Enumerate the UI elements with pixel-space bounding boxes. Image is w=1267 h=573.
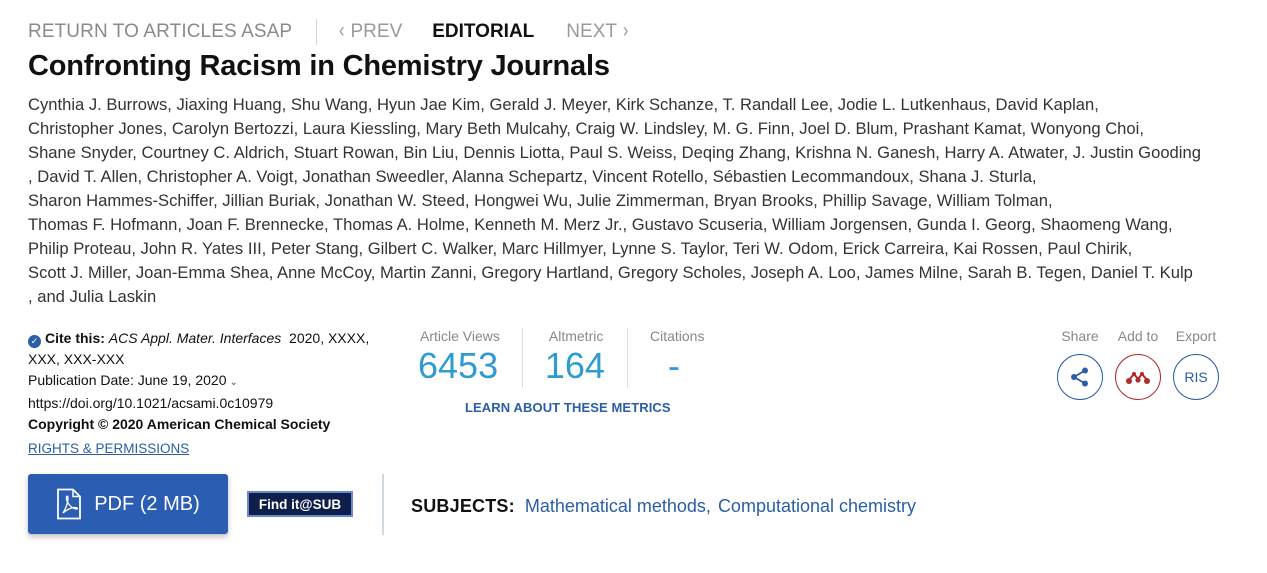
article-actions: Share Add to Export RIS — [1057, 328, 1219, 400]
doi-link[interactable]: https://doi.org/10.1021/acsami.0c10979 — [28, 393, 398, 414]
share-icon — [1071, 367, 1088, 387]
export-action: Export RIS — [1173, 328, 1219, 400]
chevron-left-icon: ‹ — [339, 20, 345, 43]
subjects-divider — [382, 474, 384, 535]
subject-link[interactable]: Mathematical methods — [525, 496, 706, 517]
author-line[interactable]: Sharon Hammes-Schiffer, Jillian Buriak, … — [28, 189, 1228, 213]
mendeley-icon — [1126, 372, 1150, 384]
author-line[interactable]: Philip Proteau, John R. Yates III, Peter… — [28, 237, 1228, 261]
caret-down-icon[interactable]: ⌄ — [229, 377, 237, 388]
article-views-value: 6453 — [418, 345, 499, 386]
article-type-label: EDITORIAL — [432, 21, 535, 42]
cite-pages: XXX, XXX-XXX — [28, 351, 125, 367]
prev-article-link[interactable]: ‹ PREV — [339, 20, 403, 43]
nav-divider — [316, 19, 318, 45]
next-label: NEXT — [566, 21, 617, 42]
publication-date: Publication Date: June 19, 2020 — [28, 372, 227, 388]
author-list: Cynthia J. Burrows, Jiaxing Huang, Shu W… — [28, 93, 1228, 309]
subjects-row: SUBJECTS: Mathematical methods, Computat… — [411, 496, 916, 517]
author-line[interactable]: , David T. Allen, Christopher A. Voigt, … — [28, 165, 1228, 189]
add-to-action: Add to — [1115, 328, 1161, 400]
next-article-link[interactable]: NEXT › — [566, 20, 629, 43]
publication-date-row[interactable]: Publication Date: June 19, 2020 ⌄ — [28, 370, 398, 393]
author-line[interactable]: Shane Snyder, Courtney C. Aldrich, Stuar… — [28, 141, 1228, 165]
ris-label: RIS — [1184, 369, 1208, 385]
add-to-label: Add to — [1117, 328, 1159, 344]
metric-citations: Citations - — [626, 328, 726, 388]
article-navigation: RETURN TO ARTICLES ASAP ‹ PREV EDITORIAL… — [28, 19, 629, 45]
citations-value: - — [667, 345, 680, 386]
share-action: Share — [1057, 328, 1103, 400]
cite-label[interactable]: Cite this: — [45, 330, 105, 346]
author-line[interactable]: Scott J. Miller, Joan-Emma Shea, Anne Mc… — [28, 261, 1228, 285]
pdf-download-button[interactable]: PDF (2 MB) — [28, 474, 228, 534]
metric-article-views: Article Views 6453 — [418, 328, 522, 388]
pdf-label: PDF (2 MB) — [94, 492, 200, 515]
rights-permissions-link[interactable]: RIGHTS & PERMISSIONS — [28, 438, 398, 459]
metric-label: Altmetric — [548, 328, 604, 344]
pdf-file-icon — [57, 488, 82, 520]
author-line[interactable]: Christopher Jones, Carolyn Bertozzi, Lau… — [28, 117, 1228, 141]
subjects-label: SUBJECTS: — [411, 496, 515, 516]
copyright-notice: Copyright © 2020 American Chemical Socie… — [28, 416, 331, 432]
altmetric-value: 164 — [544, 345, 605, 386]
export-ris-button[interactable]: RIS — [1173, 354, 1219, 400]
metric-label: Article Views — [420, 328, 500, 344]
cite-line: ✓ Cite this: ACS Appl. Mater. Interfaces … — [28, 328, 398, 349]
return-to-articles-link[interactable]: RETURN TO ARTICLES ASAP — [28, 21, 292, 43]
author-line[interactable]: Cynthia J. Burrows, Jiaxing Huang, Shu W… — [28, 93, 1228, 117]
citation-block: ✓ Cite this: ACS Appl. Mater. Interfaces … — [28, 328, 398, 459]
author-line[interactable]: Thomas F. Hofmann, Joan F. Brennecke, Th… — [28, 213, 1228, 237]
metric-altmetric[interactable]: Altmetric 164 — [521, 328, 627, 388]
prev-label: PREV — [350, 21, 403, 42]
metric-label: Citations — [649, 328, 705, 344]
find-it-sub-button[interactable]: Find it@SUB — [247, 491, 353, 517]
share-label: Share — [1061, 328, 1099, 344]
subject-separator: , — [705, 496, 711, 516]
check-circle-icon: ✓ — [28, 335, 41, 348]
export-label: Export — [1175, 328, 1217, 344]
cite-volume: 2020, XXXX, — [289, 330, 370, 346]
journal-name: ACS Appl. Mater. Interfaces — [108, 330, 282, 346]
subject-link[interactable]: Computational chemistry — [718, 496, 916, 517]
chevron-right-icon: › — [622, 20, 629, 43]
share-button[interactable] — [1057, 354, 1103, 400]
add-to-mendeley-button[interactable] — [1115, 354, 1161, 400]
article-metrics: Article Views 6453 Altmetric 164 Citatio… — [418, 328, 726, 388]
author-line[interactable]: , and Julia Laskin — [28, 285, 1228, 309]
learn-about-metrics-link[interactable]: LEARN ABOUT THESE METRICS — [465, 400, 671, 415]
article-title: Confronting Racism in Chemistry Journals — [28, 50, 610, 82]
